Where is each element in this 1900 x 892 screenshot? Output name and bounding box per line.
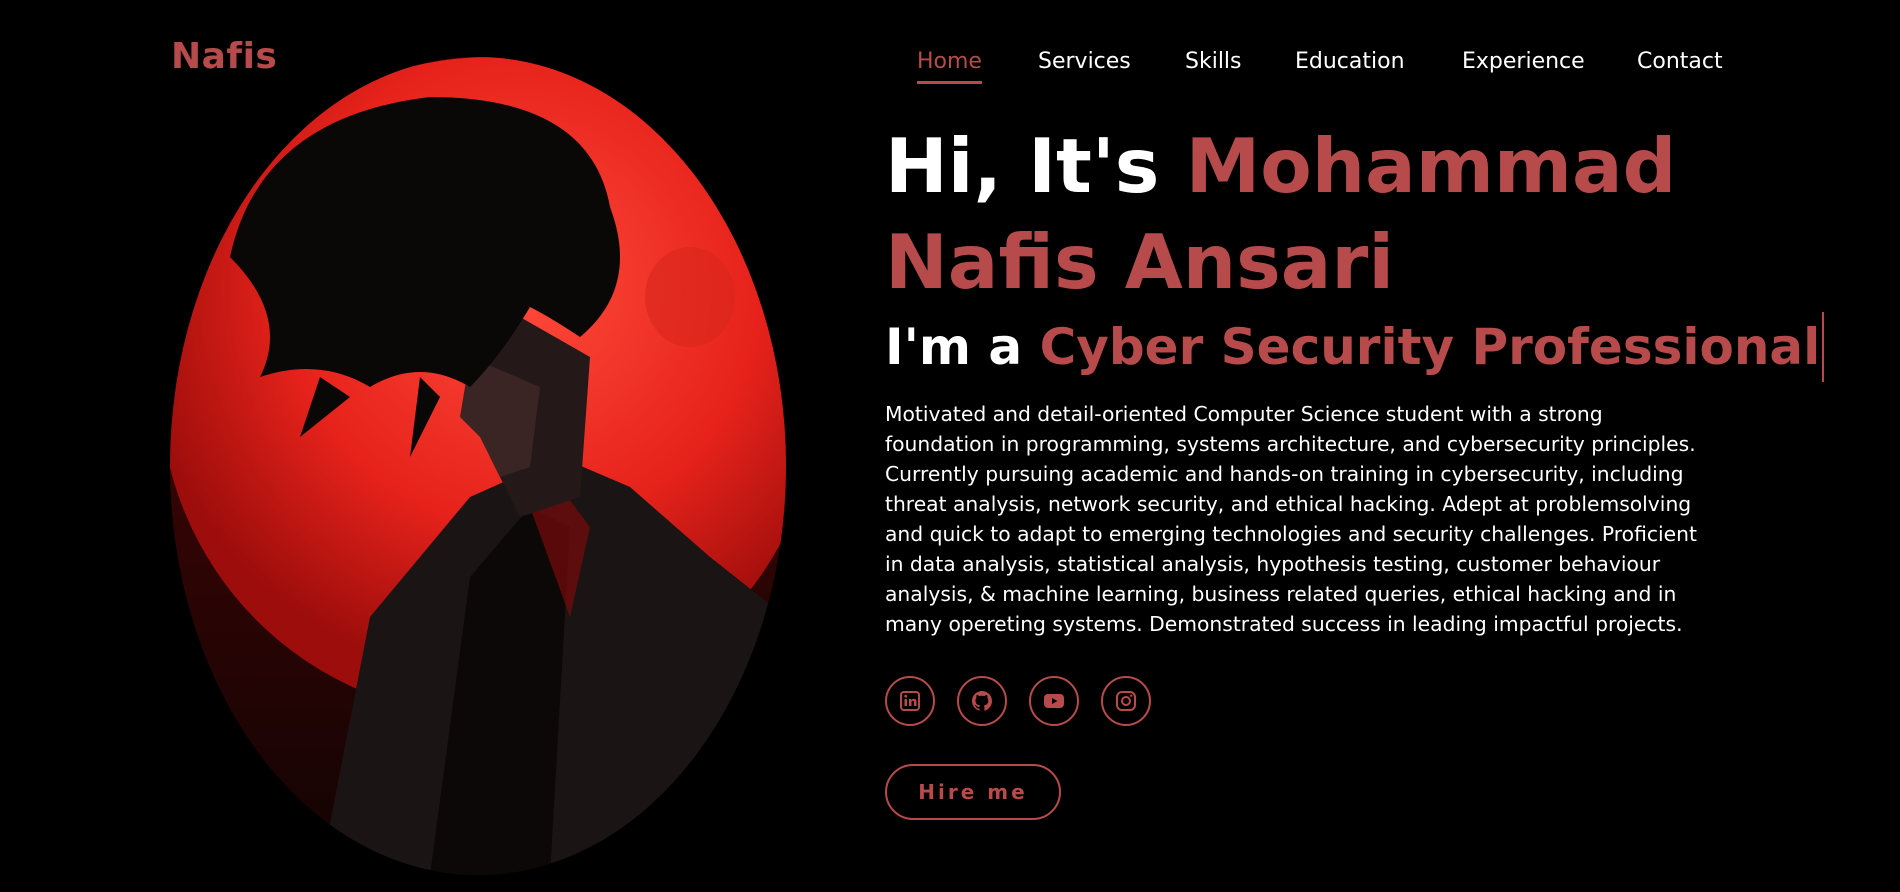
nav-skills[interactable]: Skills <box>1185 48 1242 76</box>
linkedin-link[interactable] <box>885 676 935 726</box>
bio-paragraph: Motivated and detail-oriented Computer S… <box>885 402 1697 636</box>
role-title: Cyber Security Professional <box>1039 318 1821 376</box>
page: Nafis Home Services Skills Education Exp… <box>0 0 1900 892</box>
portrait-illustration <box>170 57 786 875</box>
typing-cursor <box>1822 312 1825 382</box>
github-icon <box>972 691 992 711</box>
linkedin-icon <box>900 691 920 711</box>
hero-title: Hi, It's Mohammad Nafis Ansari <box>885 118 1785 310</box>
nav-home[interactable]: Home <box>917 48 982 84</box>
site-logo[interactable]: Nafis <box>171 36 277 77</box>
hire-me-button[interactable]: Hire me <box>885 764 1061 820</box>
hero-greeting: Hi, It's <box>885 122 1160 210</box>
youtube-icon <box>1044 694 1064 708</box>
instagram-link[interactable] <box>1101 676 1151 726</box>
instagram-icon <box>1116 691 1136 711</box>
profile-portrait <box>170 57 786 875</box>
youtube-link[interactable] <box>1029 676 1079 726</box>
nav-services[interactable]: Services <box>1038 48 1131 76</box>
nav-experience[interactable]: Experience <box>1462 48 1585 76</box>
hero-role: I'm a Cyber Security Professional <box>885 312 1825 382</box>
github-link[interactable] <box>957 676 1007 726</box>
nav-contact[interactable]: Contact <box>1637 48 1723 76</box>
nav-education[interactable]: Education <box>1295 48 1405 76</box>
role-prefix: I'm a <box>885 318 1023 376</box>
